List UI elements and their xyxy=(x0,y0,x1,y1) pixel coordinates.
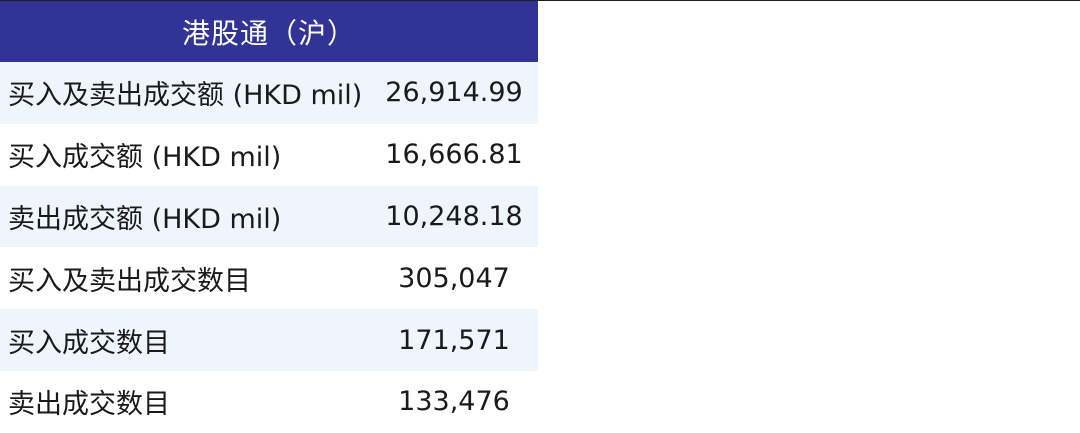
row-label: 卖出成交额 (HKD mil) xyxy=(8,203,282,235)
row-label: 买入及卖出成交额 (HKD mil) xyxy=(8,80,363,112)
table-row: 买入成交数目 171,571 xyxy=(0,309,538,371)
row-value: 26,914.99 xyxy=(385,77,523,109)
row-label: 卖出成交数目 xyxy=(8,389,170,421)
table-header: 港股通（沪） xyxy=(0,1,538,62)
row-value: 171,571 xyxy=(398,324,510,356)
row-value: 305,047 xyxy=(398,262,510,294)
table-row: 买入成交额 (HKD mil) 16,666.81 xyxy=(0,124,538,186)
row-label: 买入及卖出成交数目 xyxy=(8,265,251,297)
row-value: 133,476 xyxy=(398,386,510,418)
table-row: 卖出成交额 (HKD mil) 10,248.18 xyxy=(0,185,538,248)
row-value: 16,666.81 xyxy=(385,139,523,171)
table-row: 买入及卖出成交数目 305,047 xyxy=(0,247,538,309)
stats-table: 港股通（沪） 买入及卖出成交额 (HKD mil) 26,914.99 买入成交… xyxy=(0,1,538,433)
row-value: 10,248.18 xyxy=(385,200,523,232)
table-row: 卖出成交数目 133,476 xyxy=(0,371,538,433)
row-label: 买入成交数目 xyxy=(8,327,170,359)
row-label: 买入成交额 (HKD mil) xyxy=(8,142,282,174)
table-row: 买入及卖出成交额 (HKD mil) 26,914.99 xyxy=(0,62,538,124)
